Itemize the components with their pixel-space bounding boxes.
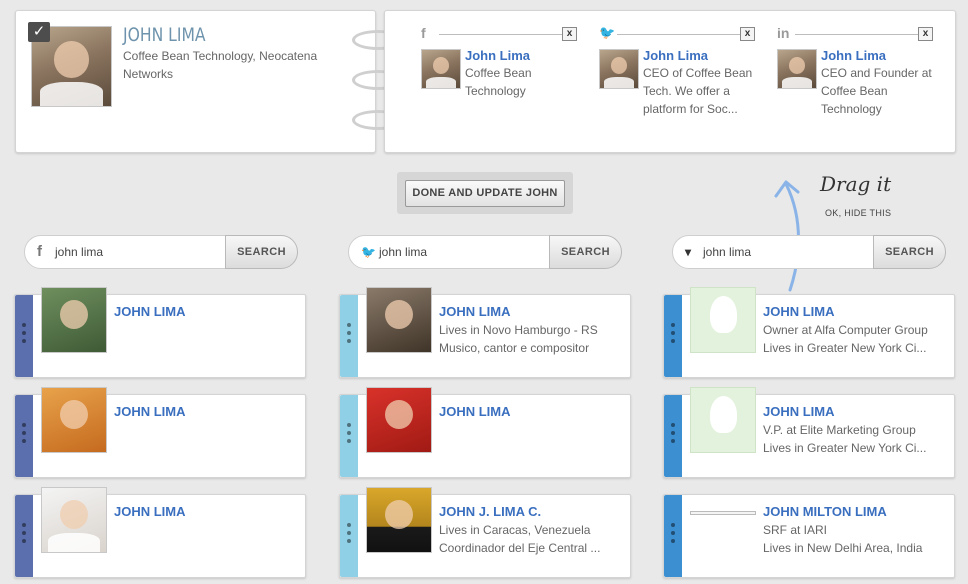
avatar: [599, 49, 639, 89]
result-detail: Lives in Greater New York Ci...: [763, 341, 927, 355]
result-card[interactable]: JOHN LIMA Lives in Novo Hamburgo - RS Mu…: [339, 287, 631, 378]
avatar: [41, 487, 107, 553]
avatar: [421, 49, 461, 89]
linkedin-search: john lima ▾ SEARCH: [672, 235, 946, 269]
empty-avatar: [690, 511, 756, 515]
search-input[interactable]: john lima: [348, 235, 550, 269]
result-card[interactable]: JOHN LIMA: [14, 287, 306, 378]
close-icon[interactable]: x: [562, 27, 577, 41]
done-button-container: DONE AND UPDATE JOHN: [397, 172, 573, 214]
result-name[interactable]: JOHN LIMA: [114, 304, 186, 319]
result-detail: Owner at Alfa Computer Group: [763, 323, 928, 337]
result-name[interactable]: JOHN LIMA: [763, 304, 835, 319]
drag-handle[interactable]: [340, 295, 358, 377]
result-card[interactable]: JOHN MILTON LIMA SRF at IARI Lives in Ne…: [663, 494, 955, 578]
result-card[interactable]: JOHN LIMA: [14, 387, 306, 478]
drag-handle[interactable]: [664, 295, 682, 377]
close-icon[interactable]: x: [918, 27, 933, 41]
result-detail: Musico, cantor e compositor: [439, 341, 590, 355]
result-name[interactable]: JOHN LIMA: [114, 404, 186, 419]
facebook-icon: f: [421, 25, 426, 41]
result-card[interactable]: JOHN LIMA: [339, 387, 631, 478]
search-button[interactable]: SEARCH: [549, 235, 622, 269]
profile-card: ✓ JOHN LIMA Coffee Bean Technology, Neoc…: [15, 10, 376, 153]
result-detail: Lives in Caracas, Venezuela: [439, 523, 591, 537]
result-name[interactable]: JOHN MILTON LIMA: [763, 504, 887, 519]
result-detail: Lives in Greater New York Ci...: [763, 441, 927, 455]
social-name[interactable]: John Lima: [821, 48, 886, 63]
facebook-search: john lima f SEARCH: [24, 235, 298, 269]
result-name[interactable]: JOHN LIMA: [439, 404, 511, 419]
social-name[interactable]: John Lima: [465, 48, 530, 63]
drag-handle[interactable]: [15, 295, 33, 377]
social-column-facebook[interactable]: f x John Lima Coffee Bean Technology: [421, 11, 596, 151]
divider: [795, 34, 921, 35]
social-description: CEO of Coffee Bean Tech. We offer a plat…: [643, 66, 753, 116]
search-button[interactable]: SEARCH: [873, 235, 946, 269]
avatar: [366, 487, 432, 553]
result-card[interactable]: JOHN J. LIMA C. Lives in Caracas, Venezu…: [339, 487, 631, 578]
avatar: [41, 287, 107, 353]
result-name[interactable]: JOHN LIMA: [763, 404, 835, 419]
drag-handle[interactable]: [15, 395, 33, 477]
drag-handle[interactable]: [664, 395, 682, 477]
avatar-placeholder-icon: [690, 387, 756, 453]
result-detail: Coordinador del Eje Central ...: [439, 541, 601, 555]
social-description: Coffee Bean Technology: [465, 66, 532, 98]
avatar-placeholder-icon: [690, 287, 756, 353]
avatar: [41, 387, 107, 453]
result-detail: Lives in Novo Hamburgo - RS: [439, 323, 598, 337]
twitter-search: john lima 🐦 SEARCH: [348, 235, 622, 269]
search-button[interactable]: SEARCH: [225, 235, 298, 269]
hide-hint-link[interactable]: OK, HIDE THIS: [825, 208, 891, 218]
social-profiles-card: f x John Lima Coffee Bean Technology 🐦 x…: [384, 10, 956, 153]
result-card[interactable]: JOHN LIMA Owner at Alfa Computer Group L…: [663, 287, 955, 378]
divider: [617, 34, 743, 35]
social-name[interactable]: John Lima: [643, 48, 708, 63]
social-column-twitter[interactable]: 🐦 x John Lima CEO of Coffee Bean Tech. W…: [599, 11, 774, 151]
drag-hint-text: Drag it: [820, 172, 892, 196]
result-card[interactable]: JOHN LIMA V.P. at Elite Marketing Group …: [663, 387, 955, 478]
facebook-icon: f: [37, 243, 42, 260]
result-name[interactable]: JOHN J. LIMA C.: [439, 504, 541, 519]
result-detail: SRF at IARI: [763, 523, 828, 537]
social-description: CEO and Founder at Coffee Bean Technolog…: [821, 66, 932, 116]
linkedin-icon: in: [777, 25, 790, 41]
result-name[interactable]: JOHN LIMA: [439, 304, 511, 319]
result-detail: Lives in New Delhi Area, India: [763, 541, 923, 555]
drag-handle[interactable]: [664, 495, 682, 577]
close-icon[interactable]: x: [740, 27, 755, 41]
twitter-icon: 🐦: [599, 25, 616, 40]
search-input[interactable]: john lima: [672, 235, 874, 269]
avatar: [366, 287, 432, 353]
result-detail: V.P. at Elite Marketing Group: [763, 423, 916, 437]
search-input[interactable]: john lima: [24, 235, 226, 269]
social-column-linkedin[interactable]: in x John Lima CEO and Founder at Coffee…: [777, 11, 952, 151]
drag-handle[interactable]: [340, 495, 358, 577]
twitter-icon: 🐦: [361, 245, 376, 259]
divider: [439, 34, 565, 35]
checkmark-icon[interactable]: ✓: [28, 22, 50, 42]
avatar: [366, 387, 432, 453]
profile-company: Coffee Bean Technology, Neocatena Networ…: [123, 49, 318, 81]
profile-name: JOHN LIMA: [123, 24, 206, 46]
avatar: [777, 49, 817, 89]
drag-handle[interactable]: [340, 395, 358, 477]
result-name[interactable]: JOHN LIMA: [114, 504, 186, 519]
dropdown-icon[interactable]: ▾: [685, 235, 691, 269]
done-update-button[interactable]: DONE AND UPDATE JOHN: [405, 180, 565, 207]
result-card[interactable]: JOHN LIMA: [14, 487, 306, 578]
drag-handle[interactable]: [15, 495, 33, 577]
